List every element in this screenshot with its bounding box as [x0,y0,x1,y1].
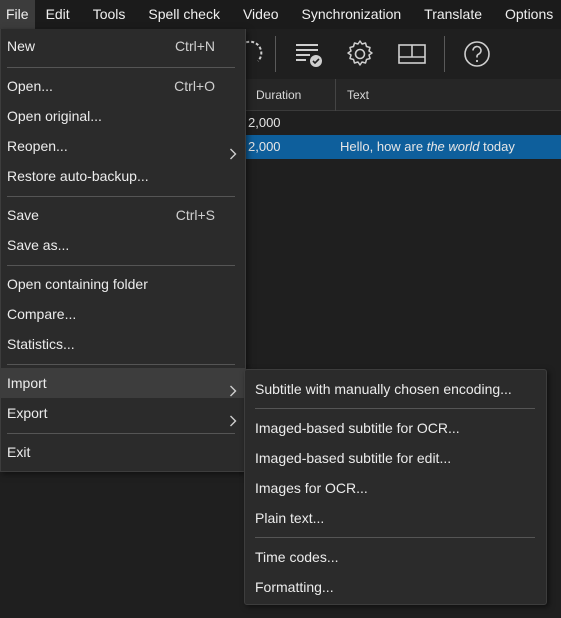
menu-item-label: Save [7,207,39,223]
column-header-duration[interactable]: Duration [246,79,301,111]
menu-item-label: Export [7,405,48,421]
menu-separator [7,364,235,365]
menu-item-label: Compare... [7,306,77,322]
toolbar-separator [275,36,276,72]
menu-item-import[interactable]: Import [1,368,245,398]
text-cell-part: Hello, how are [340,139,427,154]
menu-item-label: Statistics... [7,336,75,352]
toolbar-separator [444,36,445,72]
menu-item-save-as[interactable]: Save as... [1,230,245,260]
menu-item-open-containing-folder[interactable]: Open containing folder [1,269,245,299]
gear-icon[interactable] [343,37,377,71]
menu-video[interactable]: Video [237,0,285,29]
submenu-item-image-subtitle-edit[interactable]: Imaged-based subtitle for edit... [245,443,546,473]
menu-item-label: Open original... [7,108,102,124]
menu-item-compare[interactable]: Compare... [1,299,245,329]
submenu-item-manual-encoding[interactable]: Subtitle with manually chosen encoding..… [245,374,546,404]
menu-item-exit[interactable]: Exit [1,437,245,467]
menu-item-statistics[interactable]: Statistics... [1,329,245,359]
menu-item-new[interactable]: New Ctrl+N [1,31,245,61]
duration-cell: 2,000 [248,115,281,130]
menu-spell-check[interactable]: Spell check [142,0,226,29]
menu-item-reopen[interactable]: Reopen... [1,131,245,161]
menu-item-open[interactable]: Open... Ctrl+O [1,71,245,101]
text-cell-part: today [479,139,515,154]
menu-item-label: Import [7,375,47,391]
submenu-item-image-subtitle-ocr[interactable]: Imaged-based subtitle for OCR... [245,413,546,443]
menu-item-label: Reopen... [7,138,68,154]
menu-item-save[interactable]: Save Ctrl+S [1,200,245,230]
text-cell-italic: the world [426,139,480,154]
submenu-item-time-codes[interactable]: Time codes... [245,542,546,572]
menu-item-open-original[interactable]: Open original... [1,101,245,131]
menu-bar: File Edit Tools Spell check Video Synchr… [0,0,561,29]
menu-edit[interactable]: Edit [40,0,76,29]
menu-item-label: Exit [7,444,31,460]
layout-icon[interactable] [395,37,429,71]
menu-separator [255,408,535,409]
file-menu: New Ctrl+N Open... Ctrl+O Open original.… [0,29,246,472]
submenu-item-images-ocr[interactable]: Images for OCR... [245,473,546,503]
menu-synchronization[interactable]: Synchronization [296,0,408,29]
menu-item-restore-auto-backup[interactable]: Restore auto-backup... [1,161,245,191]
shortcut-label: Ctrl+S [175,207,215,223]
duration-cell: 2,000 [248,139,281,154]
menu-item-label: New [7,38,36,54]
menu-file[interactable]: File [0,0,35,29]
chevron-right-icon [229,407,237,427]
menu-separator [7,196,235,197]
chevron-right-icon [229,377,237,397]
chevron-right-icon [229,140,237,160]
menu-item-label: Open containing folder [7,276,148,292]
menu-separator [7,265,235,266]
submenu-item-formatting[interactable]: Formatting... [245,572,546,602]
list-check-icon[interactable] [292,37,326,71]
shortcut-label: Ctrl+N [174,38,215,54]
column-separator [335,79,336,111]
menu-item-label: Open... [7,78,53,94]
help-icon[interactable] [460,37,494,71]
menu-item-export[interactable]: Export [1,398,245,428]
shortcut-label: Ctrl+O [174,78,215,94]
import-submenu: Subtitle with manually chosen encoding..… [244,369,547,605]
submenu-item-plain-text[interactable]: Plain text... [245,503,546,533]
column-header-text[interactable]: Text [337,79,369,111]
menu-separator [255,537,535,538]
menu-translate[interactable]: Translate [418,0,488,29]
menu-item-label: Restore auto-backup... [7,168,149,184]
menu-options[interactable]: Options [499,0,559,29]
text-cell: Hello, how are the world today [340,135,515,159]
menu-tools[interactable]: Tools [87,0,132,29]
menu-separator [7,433,235,434]
menu-separator [7,67,235,68]
menu-item-label: Save as... [7,237,70,253]
